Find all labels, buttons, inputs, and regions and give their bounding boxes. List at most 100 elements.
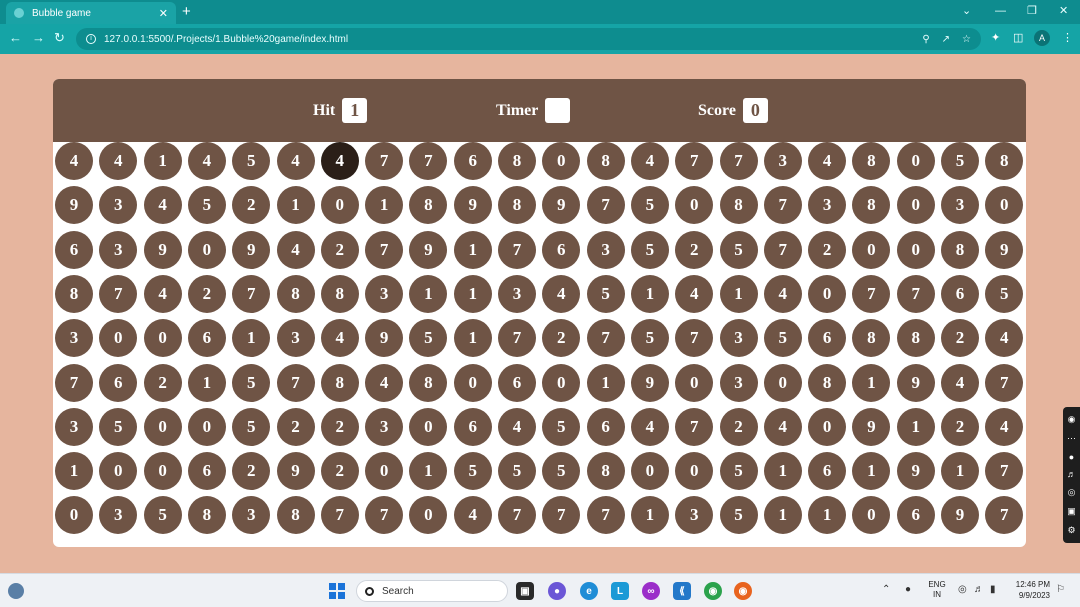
bubble[interactable]: 3 <box>365 274 404 313</box>
tray-microphone-icon[interactable]: ● <box>905 584 911 595</box>
bubble[interactable]: 7 <box>586 186 625 225</box>
bubble[interactable]: 8 <box>409 186 448 225</box>
menu-kebab-icon[interactable]: ⋮ <box>1062 31 1073 45</box>
bubble[interactable]: 8 <box>808 363 847 402</box>
bubble[interactable]: 4 <box>630 142 669 180</box>
notification-bell-icon[interactable]: ⚐ <box>1056 584 1065 595</box>
bubble[interactable]: 9 <box>276 452 315 491</box>
minimize-button[interactable]: — <box>995 3 1006 19</box>
bubble[interactable]: 9 <box>365 319 404 358</box>
bubble[interactable]: 0 <box>542 363 581 402</box>
bubble[interactable]: 4 <box>276 230 315 269</box>
bubble[interactable]: 1 <box>453 319 492 358</box>
bubble[interactable]: 5 <box>719 496 758 535</box>
bubble[interactable]: 0 <box>630 452 669 491</box>
bubble[interactable]: 7 <box>675 142 714 180</box>
bubble[interactable]: 5 <box>542 407 581 446</box>
bubble[interactable]: 5 <box>586 274 625 313</box>
bubble[interactable]: 7 <box>365 496 404 535</box>
bubble[interactable]: 4 <box>675 274 714 313</box>
bubble[interactable]: 8 <box>276 496 315 535</box>
bubble[interactable]: 1 <box>896 407 935 446</box>
bubble[interactable]: 1 <box>719 274 758 313</box>
bubble[interactable]: 9 <box>896 452 935 491</box>
bubble[interactable]: 7 <box>365 230 404 269</box>
bubble[interactable]: 4 <box>365 363 404 402</box>
side-panel-icon[interactable]: ◫ <box>1013 31 1023 45</box>
bubble[interactable]: 2 <box>143 363 182 402</box>
battery-icon[interactable]: ▮ <box>990 584 996 595</box>
bubble[interactable]: 0 <box>453 363 492 402</box>
volume-icon[interactable]: ♬ <box>974 584 984 595</box>
bubble[interactable]: 8 <box>409 363 448 402</box>
bubble[interactable]: 8 <box>896 319 935 358</box>
bubble[interactable]: 4 <box>276 142 315 180</box>
bubble[interactable]: 4 <box>763 407 802 446</box>
bubble[interactable]: 0 <box>143 319 182 358</box>
bubble[interactable]: 6 <box>542 230 581 269</box>
bubble[interactable]: 8 <box>498 186 536 225</box>
bubble[interactable]: 4 <box>143 274 182 313</box>
bubble[interactable]: 5 <box>941 142 979 180</box>
bubble[interactable]: 3 <box>232 496 271 535</box>
bubble[interactable]: 9 <box>409 230 448 269</box>
bubble[interactable]: 9 <box>453 186 492 225</box>
bubble[interactable]: 7 <box>498 496 536 535</box>
bubble[interactable]: 5 <box>232 142 271 180</box>
browser-tab[interactable]: Bubble game ✕ <box>6 2 176 24</box>
bubble[interactable]: 5 <box>143 496 182 535</box>
bubble[interactable]: 3 <box>586 230 625 269</box>
bubble[interactable]: 8 <box>586 142 625 180</box>
speaker-icon[interactable]: ♬ <box>1067 469 1076 479</box>
bubble[interactable]: 2 <box>542 319 581 358</box>
file-explorer-icon[interactable]: ▣ <box>516 582 534 600</box>
bubble[interactable]: 7 <box>542 496 581 535</box>
chat-app-icon[interactable]: ● <box>548 582 566 600</box>
bubble[interactable]: 0 <box>852 496 891 535</box>
forward-arrow-icon[interactable]: → <box>32 30 45 46</box>
bubble[interactable]: 7 <box>409 142 448 180</box>
bubble[interactable]: 7 <box>232 274 271 313</box>
bubble[interactable]: 1 <box>187 363 226 402</box>
bubble[interactable]: 3 <box>99 496 138 535</box>
bubble[interactable]: 0 <box>99 319 138 358</box>
bubble[interactable]: 6 <box>498 363 536 402</box>
bubble[interactable]: 4 <box>498 407 536 446</box>
bubble[interactable]: 4 <box>143 186 182 225</box>
bubble[interactable]: 7 <box>763 186 802 225</box>
edge-browser-icon[interactable]: e <box>580 582 598 600</box>
bubble[interactable]: 0 <box>55 496 93 535</box>
bubble[interactable]: 5 <box>630 319 669 358</box>
microphone-icon[interactable]: ● <box>1069 452 1074 462</box>
bubble[interactable]: 0 <box>896 186 935 225</box>
windows-start-icon[interactable] <box>329 583 345 599</box>
bubble[interactable]: 0 <box>143 452 182 491</box>
globe-icon[interactable]: ◎ <box>958 584 967 595</box>
bubble[interactable]: 1 <box>630 274 669 313</box>
bubble[interactable]: 4 <box>763 274 802 313</box>
bubble[interactable]: 7 <box>55 363 93 402</box>
bubble[interactable]: 7 <box>586 496 625 535</box>
bubble[interactable]: 5 <box>498 452 536 491</box>
l-app-icon[interactable]: L <box>611 582 629 600</box>
bubble[interactable]: 2 <box>808 230 847 269</box>
bubble[interactable]: 6 <box>586 407 625 446</box>
profile-avatar[interactable]: A <box>1034 30 1050 46</box>
bubble[interactable]: 5 <box>630 186 669 225</box>
bubble[interactable]: 3 <box>719 319 758 358</box>
bubble[interactable]: 4 <box>99 142 138 180</box>
bubble[interactable]: 7 <box>99 274 138 313</box>
close-window-button[interactable]: ✕ <box>1059 3 1068 19</box>
bubble[interactable]: 5 <box>99 407 138 446</box>
bubble[interactable]: 3 <box>55 319 93 358</box>
bubble[interactable]: 0 <box>675 452 714 491</box>
bubble[interactable]: 9 <box>55 186 93 225</box>
bubble[interactable]: 3 <box>276 319 315 358</box>
chrome-icon[interactable]: ◉ <box>704 582 722 600</box>
reload-icon[interactable]: ↻ <box>54 30 65 46</box>
bubble[interactable]: 3 <box>763 142 802 180</box>
bubble[interactable]: 8 <box>498 142 536 180</box>
tray-chevron-up-icon[interactable]: ⌃ <box>882 584 890 595</box>
bubble[interactable]: 1 <box>143 142 182 180</box>
bubble[interactable]: 0 <box>542 142 581 180</box>
